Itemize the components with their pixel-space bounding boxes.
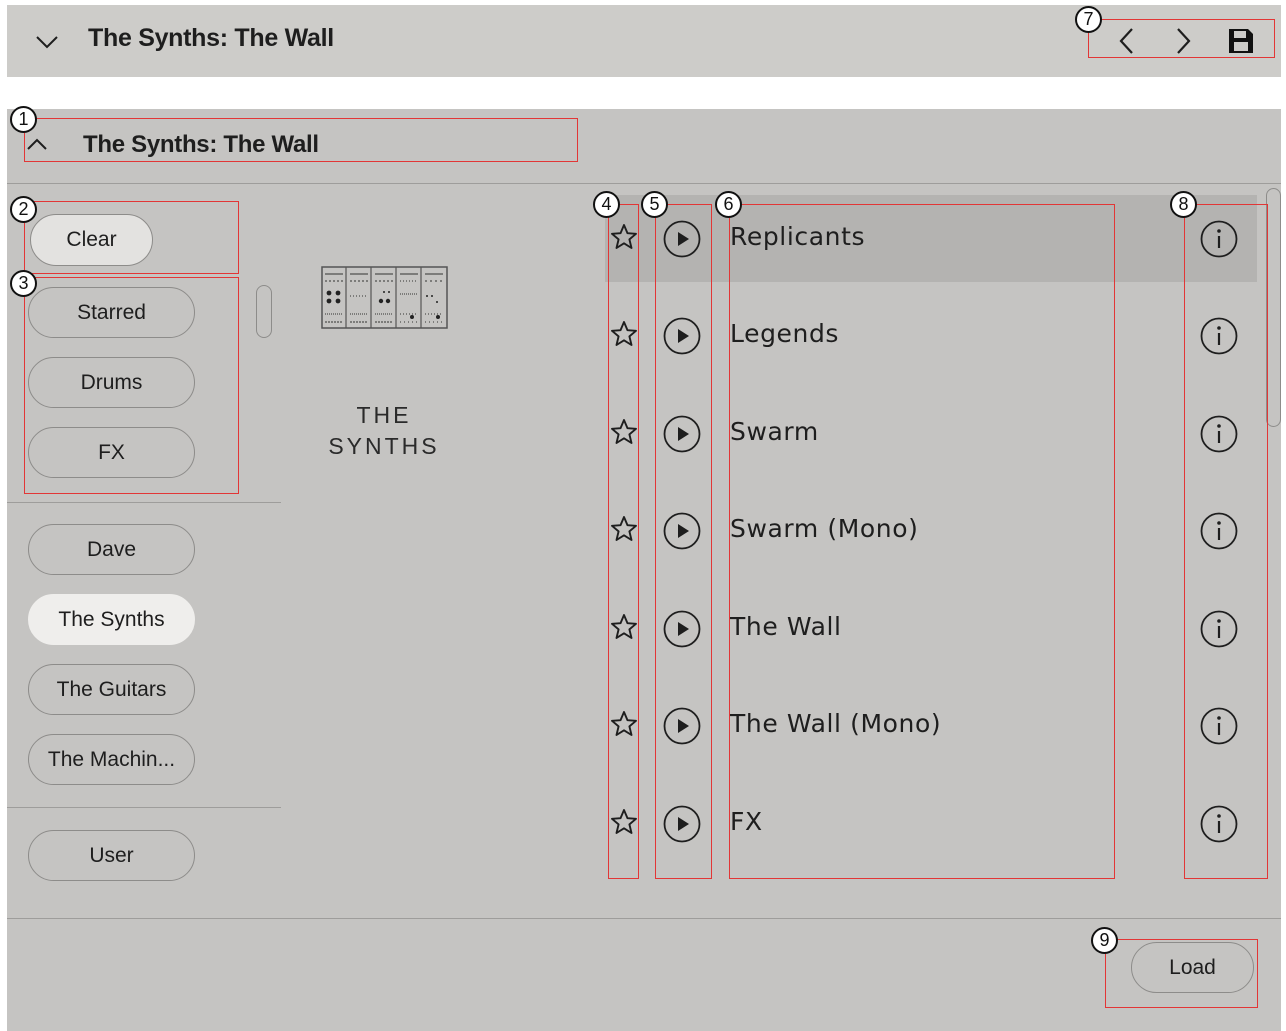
- user-button[interactable]: User: [28, 830, 195, 881]
- annotation-badge: 5: [641, 191, 668, 218]
- library-dave[interactable]: Dave: [28, 524, 195, 575]
- annotation-badge: 2: [10, 196, 37, 223]
- divider: [7, 183, 1281, 184]
- annotation-box: [608, 204, 639, 879]
- annotation-box: [655, 204, 712, 879]
- annotation-badge: 9: [1091, 927, 1118, 954]
- annotation-badge: 7: [1075, 6, 1102, 33]
- preset-title: The Synths: The Wall: [88, 24, 334, 52]
- annotation-badge: 1: [10, 106, 37, 133]
- library-name-line1: THE: [356, 402, 412, 428]
- library-name: THE SYNTHS: [304, 400, 464, 462]
- annotation-box: [24, 201, 239, 274]
- annotation-box: [729, 204, 1115, 879]
- annotation-badge: 4: [593, 191, 620, 218]
- annotation-box: [1105, 939, 1258, 1008]
- annotation-box: [1184, 204, 1268, 879]
- divider: [7, 502, 281, 503]
- divider: [7, 918, 1281, 919]
- the-synths-logo: [321, 266, 448, 329]
- annotation-box: [24, 118, 578, 162]
- annotation-box: [1088, 19, 1275, 58]
- preset-list-scrollbar[interactable]: [1266, 188, 1281, 427]
- divider: [7, 807, 281, 808]
- library-the-machines[interactable]: The Machin...: [28, 734, 195, 785]
- library-name-line2: SYNTHS: [328, 433, 440, 459]
- annotation-box: [24, 277, 239, 494]
- annotation-badge: 8: [1170, 191, 1197, 218]
- annotation-badge: 6: [715, 191, 742, 218]
- library-the-guitars[interactable]: The Guitars: [28, 664, 195, 715]
- chevron-down-icon[interactable]: [34, 29, 60, 55]
- library-the-synths[interactable]: The Synths: [28, 594, 195, 645]
- filter-scrollbar[interactable]: [256, 285, 272, 338]
- annotation-badge: 3: [10, 270, 37, 297]
